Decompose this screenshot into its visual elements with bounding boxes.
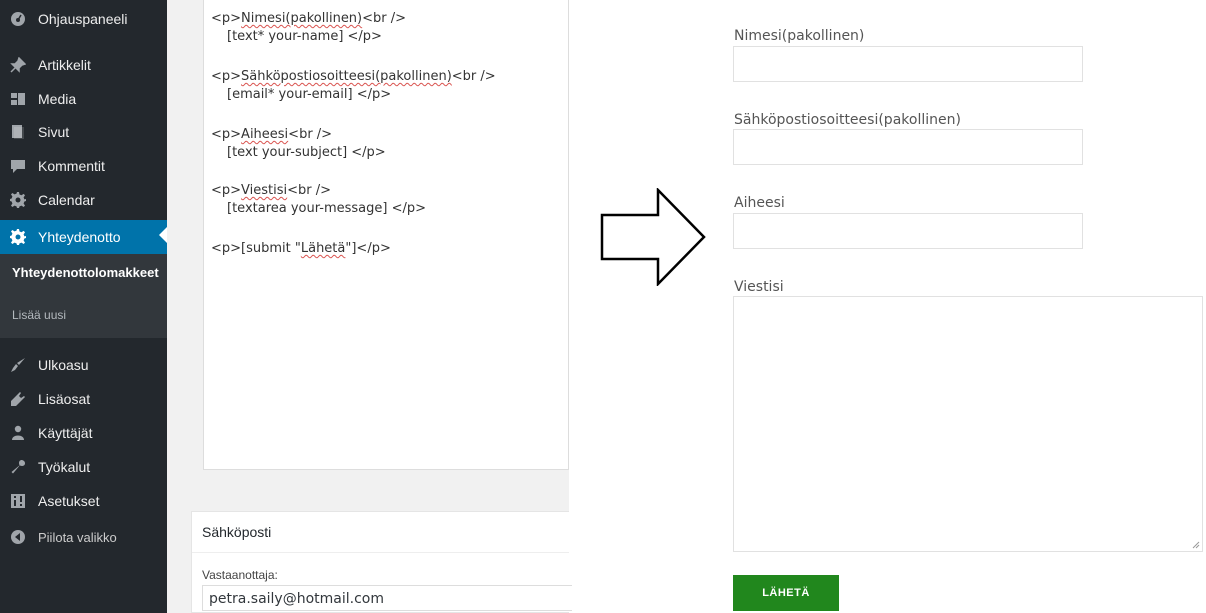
menu-label: Työkalut [38,459,91,475]
mail-panel-title: Sähköposti [202,524,272,540]
menu-label: Ulkoasu [38,357,89,373]
active-indicator [159,227,167,243]
recipient-input[interactable]: petra.saily@hotmail.com [202,585,572,611]
settings-icon [10,493,26,509]
menu-item-calendar[interactable]: Calendar [0,185,167,215]
form-editor-area: <p>Nimesi(pakollinen)<br /> [text* your-… [167,0,572,613]
preview-email-label: Sähköpostiosoitteesi(pakollinen) [734,112,961,128]
preview-name-input[interactable] [733,46,1083,82]
collapse-label: Piilota valikko [38,529,117,545]
menu-label: Ohjauspaneeli [38,11,128,27]
menu-item-settings[interactable]: Asetukset [0,486,167,516]
pin-icon [10,57,26,73]
form-code-editor[interactable]: <p>Nimesi(pakollinen)<br /> [text* your-… [203,0,569,470]
menu-label: Lisäosat [38,391,91,407]
users-icon [10,425,26,441]
comment-icon [10,158,26,174]
menu-item-posts[interactable]: Artikkelit [0,50,167,80]
menu-item-users[interactable]: Käyttäjät [0,418,167,448]
resize-grip-icon[interactable] [1192,541,1200,549]
menu-label: Sivut [38,124,70,140]
code-submit: <p>[submit "Lähetä"]</p> [211,241,391,256]
dashboard-icon [10,11,26,27]
plugin-icon [10,391,26,407]
menu-label: Käyttäjät [38,425,93,441]
submenu: Yhteydenottolomakkeet Lisää uusi [0,254,167,338]
code-field-subject: <p>Aiheesi<br /> [text your-subject] </p… [211,127,386,160]
divider [192,552,569,553]
code-field-name: <p>Nimesi(pakollinen)<br /> [text* your-… [211,11,407,44]
media-icon [10,91,26,107]
menu-item-contact[interactable]: Yhteydenotto [0,220,167,254]
submit-button[interactable]: LÄHETÄ [733,575,839,611]
code-field-message: <p>Viestisi<br /> [textarea your-message… [211,183,426,216]
collapse-menu-button[interactable]: Piilota valikko [0,522,167,552]
menu-label: Media [38,91,77,107]
menu-item-tools[interactable]: Työkalut [0,452,167,482]
preview-message-textarea[interactable] [733,296,1203,552]
preview-subject-input[interactable] [733,213,1083,249]
menu-item-pages[interactable]: Sivut [0,117,167,147]
code-field-email: <p>Sähköpostiosoitteesi(pakollinen)<br /… [211,69,496,102]
gear-icon [10,229,26,245]
menu-item-dashboard[interactable]: Ohjauspaneeli [0,4,167,34]
preview-email-input[interactable] [733,129,1083,165]
menu-label: Asetukset [38,493,100,509]
brush-icon [10,357,26,373]
wrench-icon [10,459,26,475]
gear-icon [10,192,26,208]
pages-icon [10,124,26,140]
admin-sidebar: Ohjauspaneeli Artikkelit Media Sivut Kom… [0,0,167,613]
menu-label: Kommentit [38,158,105,174]
mail-settings-panel: Sähköposti Vastaanottaja: petra.saily@ho… [191,511,572,613]
collapse-icon [10,529,26,545]
preview-subject-label: Aiheesi [734,195,785,211]
menu-item-appearance[interactable]: Ulkoasu [0,350,167,380]
right-arrow-icon [600,188,706,286]
menu-item-plugins[interactable]: Lisäosat [0,384,167,414]
submenu-item-forms[interactable]: Yhteydenottolomakkeet [12,266,162,279]
menu-item-media[interactable]: Media [0,84,167,114]
submenu-item-add-new[interactable]: Lisää uusi [12,308,66,322]
recipient-label: Vastaanottaja: [202,568,278,582]
menu-label: Artikkelit [38,57,91,73]
menu-label: Yhteydenotto [38,229,121,245]
menu-item-comments[interactable]: Kommentit [0,151,167,181]
preview-message-label: Viestisi [734,279,784,295]
menu-label: Calendar [38,192,95,208]
preview-name-label: Nimesi(pakollinen) [734,28,865,44]
